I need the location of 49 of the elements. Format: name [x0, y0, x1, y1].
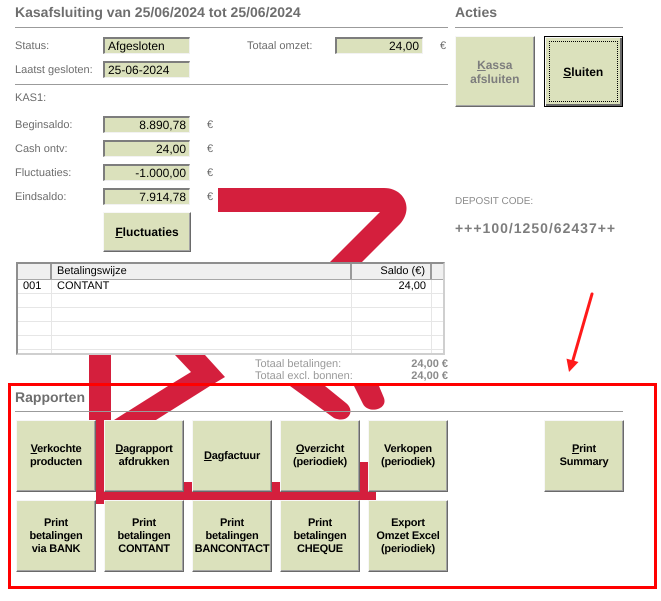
section-title: Rapporten: [15, 389, 85, 405]
total-value: 24,00 €: [411, 370, 448, 382]
field-label: Eindsaldo:: [15, 190, 66, 204]
fluctuations-button[interactable]: Fluctuaties: [103, 212, 191, 252]
action-button[interactable]: Sluiten: [544, 36, 623, 107]
text-field[interactable]: 25-06-2024: [103, 61, 190, 78]
total-label: Totaal betalingen:: [255, 358, 342, 370]
row-number: 001: [23, 280, 42, 292]
report-button[interactable]: Dagfactuur: [192, 420, 272, 492]
report-button[interactable]: Print betalingen CHEQUE: [280, 500, 360, 572]
field-label: Cash ontv:: [15, 142, 68, 156]
field-label: Laatst gesloten:: [15, 62, 93, 76]
report-button[interactable]: Dagrapport afdrukken: [104, 420, 184, 492]
amount-field[interactable]: 7.914,78: [103, 188, 190, 205]
report-button[interactable]: Print betalingen CONTANT: [104, 500, 184, 572]
report-button[interactable]: Print Summary: [544, 420, 624, 492]
currency-label: €: [207, 166, 214, 180]
currency-label: €: [207, 142, 214, 156]
table-cell: CONTANT: [57, 280, 110, 292]
currency-label: €: [207, 118, 214, 132]
field-label: Fluctuaties:: [15, 166, 72, 180]
total-value: 24,00 €: [411, 358, 448, 370]
report-button[interactable]: Print betalingen BANCONTACT: [192, 500, 272, 572]
field-label: Beginsaldo:: [15, 118, 72, 132]
column-header: Saldo (€): [380, 265, 425, 277]
page-title: Kasafsluiting van 25/06/2024 tot 25/06/2024: [15, 4, 301, 20]
deposit-code: +++100/1250/62437++: [455, 220, 616, 236]
logo-band: [89, 355, 111, 383]
field-label: Status:: [15, 38, 50, 52]
deposit-code-label: DEPOSIT CODE:: [455, 196, 534, 208]
amount-field[interactable]: 24,00: [335, 37, 423, 54]
table-cell: 24,00: [398, 280, 426, 292]
report-button[interactable]: Verkochte producten: [16, 420, 96, 492]
amount-field[interactable]: -1.000,00: [103, 164, 190, 181]
column-header: Betalingswijze: [57, 265, 127, 277]
section-title: Acties: [455, 4, 498, 20]
currency-label: €: [440, 38, 446, 52]
report-button[interactable]: Print betalingen via BANK: [16, 500, 96, 572]
logo-band: [354, 386, 385, 410]
report-button[interactable]: Overzicht (periodiek): [280, 420, 360, 492]
text-field[interactable]: Afgesloten: [103, 37, 190, 54]
amount-field[interactable]: 24,00: [103, 140, 190, 157]
report-button[interactable]: Verkopen (periodiek): [368, 420, 448, 492]
logo-band: [290, 386, 350, 420]
currency-label: €: [207, 190, 214, 204]
field-label: Totaal omzet:: [247, 38, 312, 52]
report-button[interactable]: Export Omzet Excel (periodiek): [368, 500, 448, 572]
total-label: Totaal excl. bonnen:: [255, 370, 353, 382]
amount-field[interactable]: 8.890,78: [103, 116, 190, 133]
